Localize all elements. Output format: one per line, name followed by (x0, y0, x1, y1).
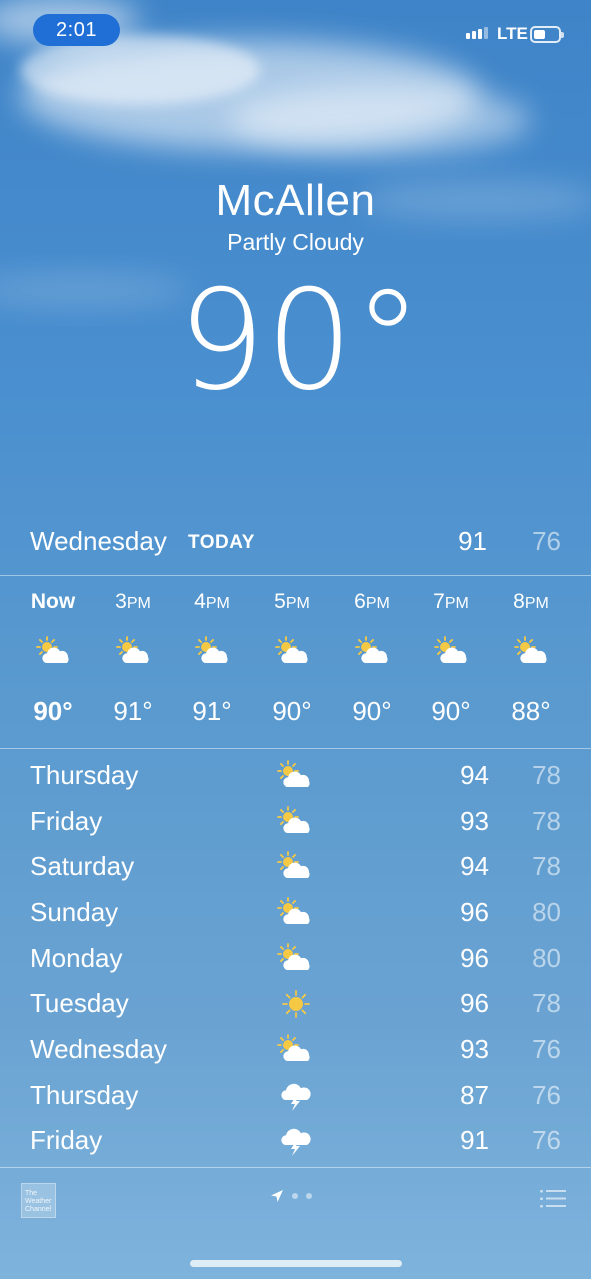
hour-temp: 91° (192, 696, 232, 726)
day-high: 91 (460, 1125, 489, 1155)
current-temperature: 90° (177, 260, 423, 421)
sunny-icon (282, 990, 310, 1018)
day-high: 96 (460, 988, 489, 1018)
day-name: Friday (30, 1125, 103, 1155)
day-high: 94 (460, 851, 489, 881)
partly-cloudy-icon (195, 636, 228, 663)
network-type: LTE (497, 24, 528, 43)
partly-cloudy-icon (277, 760, 310, 787)
cellular-signal-icon (466, 27, 488, 39)
weather-channel-logo[interactable]: The Weather Channel (21, 1183, 56, 1218)
day-low: 80 (532, 943, 561, 973)
battery-icon (530, 26, 564, 43)
partly-cloudy-icon (116, 636, 149, 663)
hourly-forecast[interactable]: Now 90° 3PM 91° 4PM 91° 5PM 90° 6PM 90° … (0, 578, 591, 748)
today-day-name: Wednesday (30, 526, 167, 556)
partly-cloudy-icon (36, 636, 69, 663)
hour-temp: 91° (113, 696, 153, 726)
home-indicator[interactable] (190, 1260, 402, 1267)
thunderstorm-icon (281, 1128, 311, 1156)
day-low: 76 (532, 1080, 561, 1110)
location-arrow-icon (271, 1190, 283, 1202)
partly-cloudy-icon (277, 806, 310, 833)
daily-row: Thursday 94 78 (0, 756, 591, 796)
today-summary: Wednesday TODAY 91 76 (0, 522, 591, 562)
hour-label: 3PM (115, 590, 151, 613)
day-high: 96 (460, 943, 489, 973)
day-name: Tuesday (30, 988, 129, 1018)
page-dot (306, 1193, 312, 1199)
day-name: Thursday (30, 1080, 139, 1110)
day-name: Monday (30, 943, 123, 973)
hour-temp: 90° (33, 696, 73, 726)
daily-row: Wednesday 93 76 (0, 1030, 591, 1070)
partly-cloudy-icon (355, 636, 388, 663)
day-high: 96 (460, 897, 489, 927)
city-name: McAllen (215, 176, 376, 225)
day-low: 80 (532, 897, 561, 927)
partly-cloudy-icon (277, 851, 310, 878)
status-bar: 2:01 LTE (0, 0, 591, 60)
divider (0, 748, 591, 749)
hour-temp: 90° (352, 696, 392, 726)
hour-label: Now (30, 590, 76, 613)
day-high: 93 (460, 1034, 489, 1064)
day-name: Wednesday (30, 1034, 167, 1064)
daily-row: Friday 93 78 (0, 802, 591, 842)
day-name: Saturday (30, 851, 135, 881)
day-low: 78 (532, 806, 561, 836)
hour-label: 8PM (513, 590, 549, 613)
today-low: 76 (532, 526, 561, 556)
today-high: 91 (458, 526, 487, 556)
day-name: Sunday (30, 897, 119, 927)
list-icon[interactable] (540, 1189, 566, 1209)
today-label: TODAY (188, 532, 255, 553)
page-indicator[interactable] (270, 1189, 312, 1203)
hour-label: 7PM (433, 590, 469, 613)
hour-label: 4PM (194, 590, 230, 613)
partly-cloudy-icon (275, 636, 308, 663)
daily-row: Sunday 96 80 (0, 893, 591, 933)
partly-cloudy-icon (277, 1034, 310, 1061)
day-low: 76 (532, 1125, 561, 1155)
hour-label: 6PM (354, 590, 390, 613)
partly-cloudy-icon (434, 636, 467, 663)
partly-cloudy-icon (514, 636, 547, 663)
day-low: 78 (532, 988, 561, 1018)
day-high: 87 (460, 1080, 489, 1110)
current-condition: Partly Cloudy (227, 229, 364, 255)
daily-row: Monday 96 80 (0, 939, 591, 979)
daily-row: Thursday 87 76 (0, 1076, 591, 1116)
hour-temp: 90° (272, 696, 312, 726)
day-name: Friday (30, 806, 103, 836)
divider (0, 575, 591, 576)
day-name: Thursday (30, 760, 139, 790)
bottom-toolbar: The Weather Channel (0, 1168, 591, 1248)
day-high: 94 (460, 760, 489, 790)
day-low: 78 (532, 851, 561, 881)
hour-label: 5PM (274, 590, 310, 613)
daily-row: Saturday 94 78 (0, 847, 591, 887)
partly-cloudy-icon (277, 897, 310, 924)
daily-row: Friday 91 76 (0, 1121, 591, 1161)
partly-cloudy-icon (277, 943, 310, 970)
daily-row: Tuesday 96 78 (0, 984, 591, 1024)
day-low: 78 (532, 760, 561, 790)
day-low: 76 (532, 1034, 561, 1064)
day-high: 93 (460, 806, 489, 836)
page-dot (292, 1193, 298, 1199)
hour-temp: 90° (431, 696, 471, 726)
hour-temp: 88° (511, 696, 551, 726)
status-time[interactable]: 2:01 (33, 14, 120, 46)
thunderstorm-icon (281, 1083, 311, 1111)
